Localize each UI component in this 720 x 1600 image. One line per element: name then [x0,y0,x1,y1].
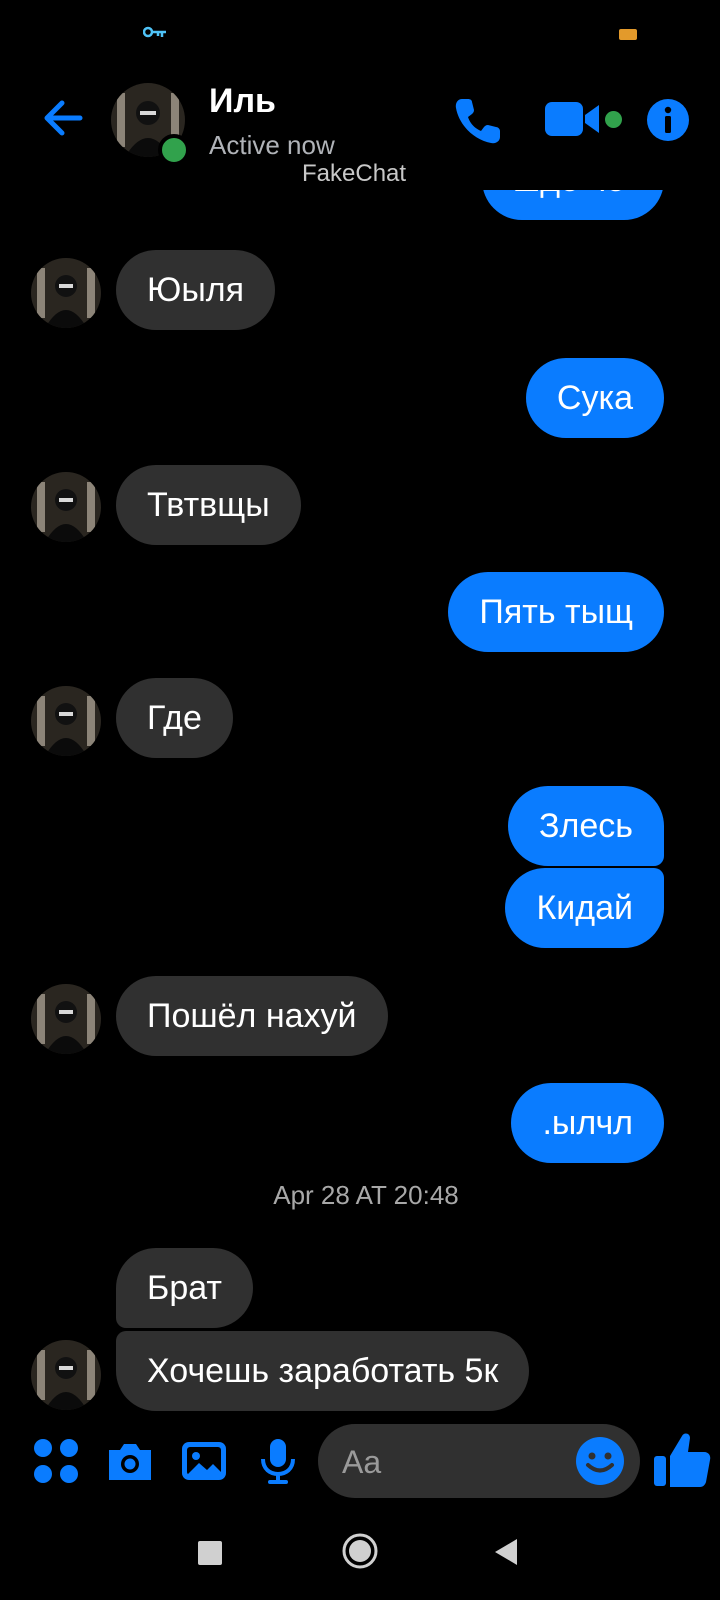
message-bubble-outgoing[interactable]: Пять тыщ [448,572,664,652]
contact-name[interactable]: Иль [209,82,276,121]
active-status: Active now [209,130,335,160]
message-bubble-incoming[interactable]: Твтвщы [116,465,301,545]
info-icon[interactable] [646,98,690,142]
recent-apps-icon[interactable] [198,1541,222,1565]
phone-icon[interactable] [452,95,504,147]
message-bubble-outgoing[interactable]: Кидай [505,868,664,948]
apps-grid-icon[interactable] [31,1436,81,1486]
video-camera-icon[interactable] [545,100,603,138]
contact-avatar[interactable] [31,686,101,756]
video-active-indicator [605,111,622,128]
message-bubble-incoming[interactable]: Пошёл нахуй [116,976,388,1056]
watermark-text: FakeChat [302,160,407,187]
contact-avatar[interactable] [31,258,101,328]
battery-icon [619,29,637,40]
message-bubble-outgoing[interactable]: .ылчл [511,1083,664,1163]
home-icon[interactable] [342,1533,378,1569]
microphone-icon[interactable] [253,1436,303,1486]
camera-icon[interactable] [105,1436,155,1486]
message-bubble-incoming[interactable]: Где [116,678,233,758]
message-input[interactable] [340,1424,564,1500]
contact-avatar[interactable] [31,984,101,1054]
contact-avatar[interactable] [31,472,101,542]
contact-avatar[interactable] [31,1340,101,1410]
thumbs-up-icon[interactable] [652,1430,712,1490]
online-status-indicator [158,134,190,166]
back-icon[interactable] [493,1537,519,1567]
message-bubble-outgoing[interactable]: Злесь [508,786,664,866]
emoji-icon[interactable] [575,1436,625,1486]
key-icon [143,26,166,38]
arrow-left-icon[interactable] [40,95,86,141]
message-bubble-outgoing[interactable]: Сука [525,358,664,438]
image-icon[interactable] [179,1436,229,1486]
message-bubble-incoming[interactable]: Хочешь заработать 5к [116,1331,530,1411]
message-timestamp: Apr 28 AT 20:48 [273,1180,459,1210]
message-bubble-incoming[interactable]: Брат [116,1248,253,1328]
message-bubble-incoming[interactable]: Юыля [116,250,276,330]
